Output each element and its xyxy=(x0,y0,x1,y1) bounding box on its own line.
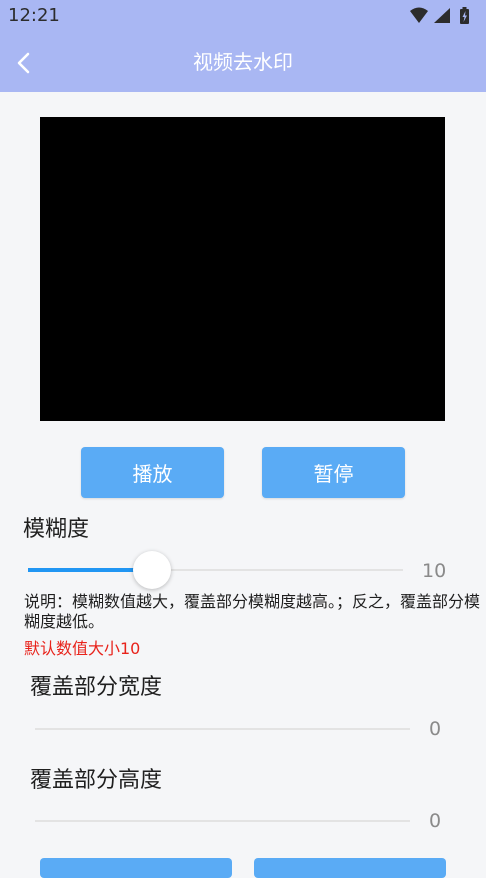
cover-height-slider[interactable] xyxy=(35,801,410,841)
cover-height-label: 覆盖部分高度 xyxy=(30,768,163,793)
blur-slider[interactable] xyxy=(28,550,403,590)
status-bar: 12:21 xyxy=(0,0,486,32)
app-bar: 视频去水印 xyxy=(0,32,486,92)
battery-charging-icon xyxy=(460,7,469,24)
chevron-left-icon xyxy=(17,52,30,74)
slider-track xyxy=(35,728,410,730)
blur-label: 模糊度 xyxy=(23,517,90,542)
page-title: 视频去水印 xyxy=(193,50,293,74)
wifi-icon xyxy=(410,7,428,23)
signal-icon xyxy=(434,8,450,23)
blur-description: 说明：模糊数值越大，覆盖部分模糊度越高。；反之，覆盖部分模糊度越低。 xyxy=(24,592,481,631)
cover-height-value: 0 xyxy=(429,810,442,832)
cover-width-slider[interactable] xyxy=(35,709,410,749)
slider-thumb[interactable] xyxy=(133,551,171,589)
play-button[interactable]: 播放 xyxy=(81,447,224,498)
bottom-left-button[interactable] xyxy=(40,858,232,878)
video-preview[interactable] xyxy=(40,117,445,421)
status-icons xyxy=(410,7,469,24)
blur-value: 10 xyxy=(422,560,447,582)
blur-default-note: 默认数值大小10 xyxy=(24,639,141,658)
cover-width-label: 覆盖部分宽度 xyxy=(30,675,163,700)
bottom-right-button[interactable] xyxy=(254,858,446,878)
cover-width-value: 0 xyxy=(429,718,442,740)
status-time: 12:21 xyxy=(8,5,60,26)
slider-track xyxy=(35,820,410,822)
pause-button[interactable]: 暂停 xyxy=(262,447,405,498)
back-button[interactable] xyxy=(8,47,40,79)
